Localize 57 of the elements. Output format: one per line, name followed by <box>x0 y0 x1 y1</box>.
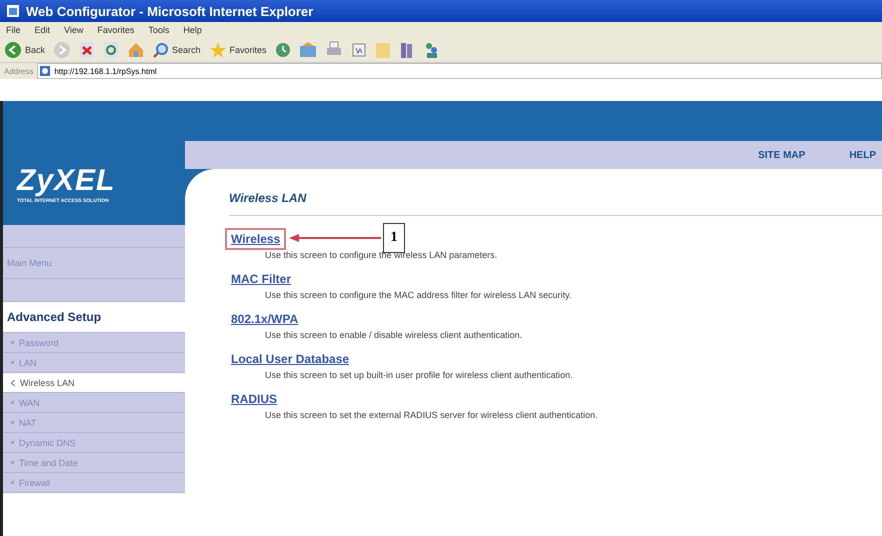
section-link[interactable]: Local User Database <box>225 348 356 370</box>
menu-item[interactable]: View <box>64 25 84 35</box>
section-link[interactable]: 802.1x/WPA <box>225 308 304 330</box>
bullet-icon <box>11 461 14 464</box>
link-description: Use this screen to set the external RADIUS server for wireless client authentication. <box>265 410 598 420</box>
refresh-icon <box>103 41 120 59</box>
back-button[interactable]: Back <box>4 41 46 59</box>
bullet-icon <box>11 481 14 484</box>
logo-text: ZyXEL <box>17 164 116 198</box>
section-link[interactable]: Wireless <box>225 228 286 250</box>
link-description: Use this screen to configure the wireless LAN parameters. <box>265 250 498 260</box>
address-field[interactable]: http://192.168.1.1/rpSys.html <box>37 63 882 79</box>
section-link[interactable]: RADIUS <box>225 388 284 410</box>
bullet-icon <box>11 361 14 364</box>
window-title: Web Configurator - Microsoft Internet Explorer <box>26 4 314 18</box>
menu-item[interactable]: File <box>6 25 21 35</box>
books-icon <box>398 41 415 59</box>
page-icon <box>40 66 50 76</box>
sidebar-item[interactable]: Advanced Setup <box>3 302 185 333</box>
link-description: Use this screen to enable / disable wireless client authentication. <box>265 330 522 340</box>
refresh-button[interactable] <box>103 41 120 59</box>
document-icon <box>350 42 367 58</box>
top-link[interactable]: HELP <box>849 150 876 160</box>
search-icon <box>153 42 170 58</box>
section-link[interactable]: MAC Filter <box>225 268 297 290</box>
bullet-icon <box>11 401 14 404</box>
sidebar-item[interactable]: Wireless LAN <box>3 373 185 393</box>
menu-item[interactable]: Tools <box>148 25 170 35</box>
favorites-button[interactable]: Favorites <box>208 41 267 59</box>
bullet-icon <box>11 441 14 444</box>
link-description: Use this screen to configure the MAC address filter for wireless LAN security. <box>265 290 572 300</box>
mail-icon <box>298 41 317 59</box>
browser-window-icon <box>6 4 20 18</box>
link-description: Use this screen to set up built-in user profile for wireless client authentication. <box>265 370 573 380</box>
research-button[interactable] <box>398 41 415 59</box>
search-button[interactable]: Search <box>153 42 201 58</box>
menu-item[interactable]: Favorites <box>97 25 134 35</box>
edit-button[interactable] <box>350 42 367 58</box>
clock-icon <box>274 42 291 58</box>
menu-item[interactable]: Edit <box>34 25 50 35</box>
stop-icon <box>79 41 96 59</box>
stop-button[interactable] <box>79 41 96 59</box>
mail-button[interactable] <box>298 41 317 59</box>
bullet-icon <box>11 341 14 344</box>
menu-item[interactable]: Help <box>183 25 202 35</box>
home-icon <box>127 41 146 59</box>
top-link[interactable]: SITE MAP <box>758 150 806 160</box>
chevron-icon <box>11 380 15 386</box>
home-button[interactable] <box>127 41 146 59</box>
section-heading: Wireless LAN <box>229 191 882 216</box>
arrow-icon <box>289 233 381 243</box>
star-icon <box>208 41 227 59</box>
bullet-icon <box>11 421 14 424</box>
folder-icon <box>374 41 391 59</box>
callout-number: 1 <box>383 223 405 253</box>
address-label: Address <box>4 66 34 76</box>
history-button[interactable] <box>274 42 291 58</box>
